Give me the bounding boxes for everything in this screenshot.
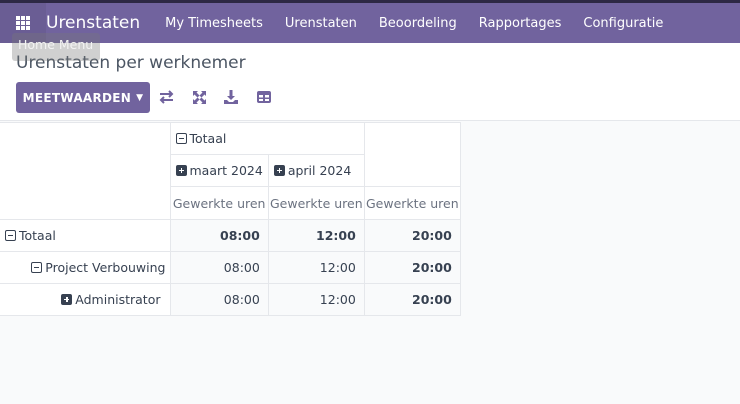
pivot-corner xyxy=(0,122,171,220)
cell-value[interactable]: 08:00 xyxy=(169,219,269,252)
cell-value[interactable]: 20:00 xyxy=(363,251,461,284)
row-header-label: Administrator xyxy=(75,292,161,307)
menu-beoordeling[interactable]: Beoordeling xyxy=(379,16,457,31)
pivot-table: Totaal maart 2024 april 2024 Gewerkte ur… xyxy=(0,122,461,316)
flip-axis-icon xyxy=(159,90,173,104)
measure-header[interactable]: Gewerkte uren xyxy=(363,186,461,220)
cell-value[interactable]: 08:00 xyxy=(169,251,269,284)
apps-grid-icon xyxy=(16,16,30,30)
col-header-label: Totaal xyxy=(189,131,227,146)
col-header-maart[interactable]: maart 2024 xyxy=(169,154,269,187)
app-brand[interactable]: Urenstaten xyxy=(46,13,140,33)
download-icon xyxy=(224,90,238,104)
menu-configuratie[interactable]: Configuratie xyxy=(583,16,663,31)
expand-all-button[interactable] xyxy=(191,89,207,105)
collapse-icon xyxy=(31,262,43,273)
menu-urenstaten[interactable]: Urenstaten xyxy=(285,16,357,31)
col-header-label: maart 2024 xyxy=(189,163,263,178)
caret-down-icon: ▼ xyxy=(136,92,144,103)
row-header-project[interactable]: Project Verbouwing xyxy=(0,251,171,284)
measures-dropdown-button[interactable]: MEETWAARDEN ▼ xyxy=(16,82,150,113)
measure-header[interactable]: Gewerkte uren xyxy=(169,186,269,220)
cell-value[interactable]: 20:00 xyxy=(363,219,461,252)
row-header-administrator[interactable]: Administrator xyxy=(0,283,171,316)
download-button[interactable] xyxy=(223,89,239,105)
cell-value[interactable]: 12:00 xyxy=(267,251,365,284)
col-header-april[interactable]: april 2024 xyxy=(267,154,365,187)
measure-header[interactable]: Gewerkte uren xyxy=(267,186,365,220)
insert-spreadsheet-icon xyxy=(257,91,271,103)
table-row: Administrator 08:00 12:00 20:00 xyxy=(0,283,461,316)
row-header-label: Totaal xyxy=(19,228,56,243)
menu-rapportages[interactable]: Rapportages xyxy=(479,16,562,31)
col-header-label: april 2024 xyxy=(287,163,352,178)
col-header-empty xyxy=(363,122,461,187)
insert-spreadsheet-button[interactable] xyxy=(256,89,272,105)
cell-value[interactable]: 20:00 xyxy=(363,283,461,316)
expand-plus-icon xyxy=(175,165,187,176)
expand-icon xyxy=(192,90,206,104)
row-header-label: Project Verbouwing xyxy=(45,260,166,275)
expand-plus-icon xyxy=(273,165,285,176)
cell-value[interactable]: 08:00 xyxy=(169,283,269,316)
collapse-icon xyxy=(5,230,16,241)
tooltip: Home Menu xyxy=(12,33,100,61)
col-header-total[interactable]: Totaal xyxy=(169,122,365,155)
table-row: Project Verbouwing 08:00 12:00 20:00 xyxy=(0,251,461,284)
row-header-total[interactable]: Totaal xyxy=(0,219,171,252)
expand-plus-icon xyxy=(61,294,73,305)
cell-value[interactable]: 12:00 xyxy=(267,283,365,316)
flip-axis-button[interactable] xyxy=(158,89,174,105)
control-panel: Urenstaten per werknemer Home Menu MEETW… xyxy=(0,33,740,121)
measures-label: MEETWAARDEN xyxy=(22,90,132,105)
cell-value[interactable]: 12:00 xyxy=(267,219,365,252)
menu-my-timesheets[interactable]: My Timesheets xyxy=(165,16,263,31)
table-row: Totaal 08:00 12:00 20:00 xyxy=(0,219,461,252)
collapse-icon xyxy=(175,133,187,144)
navbar: Urenstaten My Timesheets Urenstaten Beoo… xyxy=(0,3,740,43)
